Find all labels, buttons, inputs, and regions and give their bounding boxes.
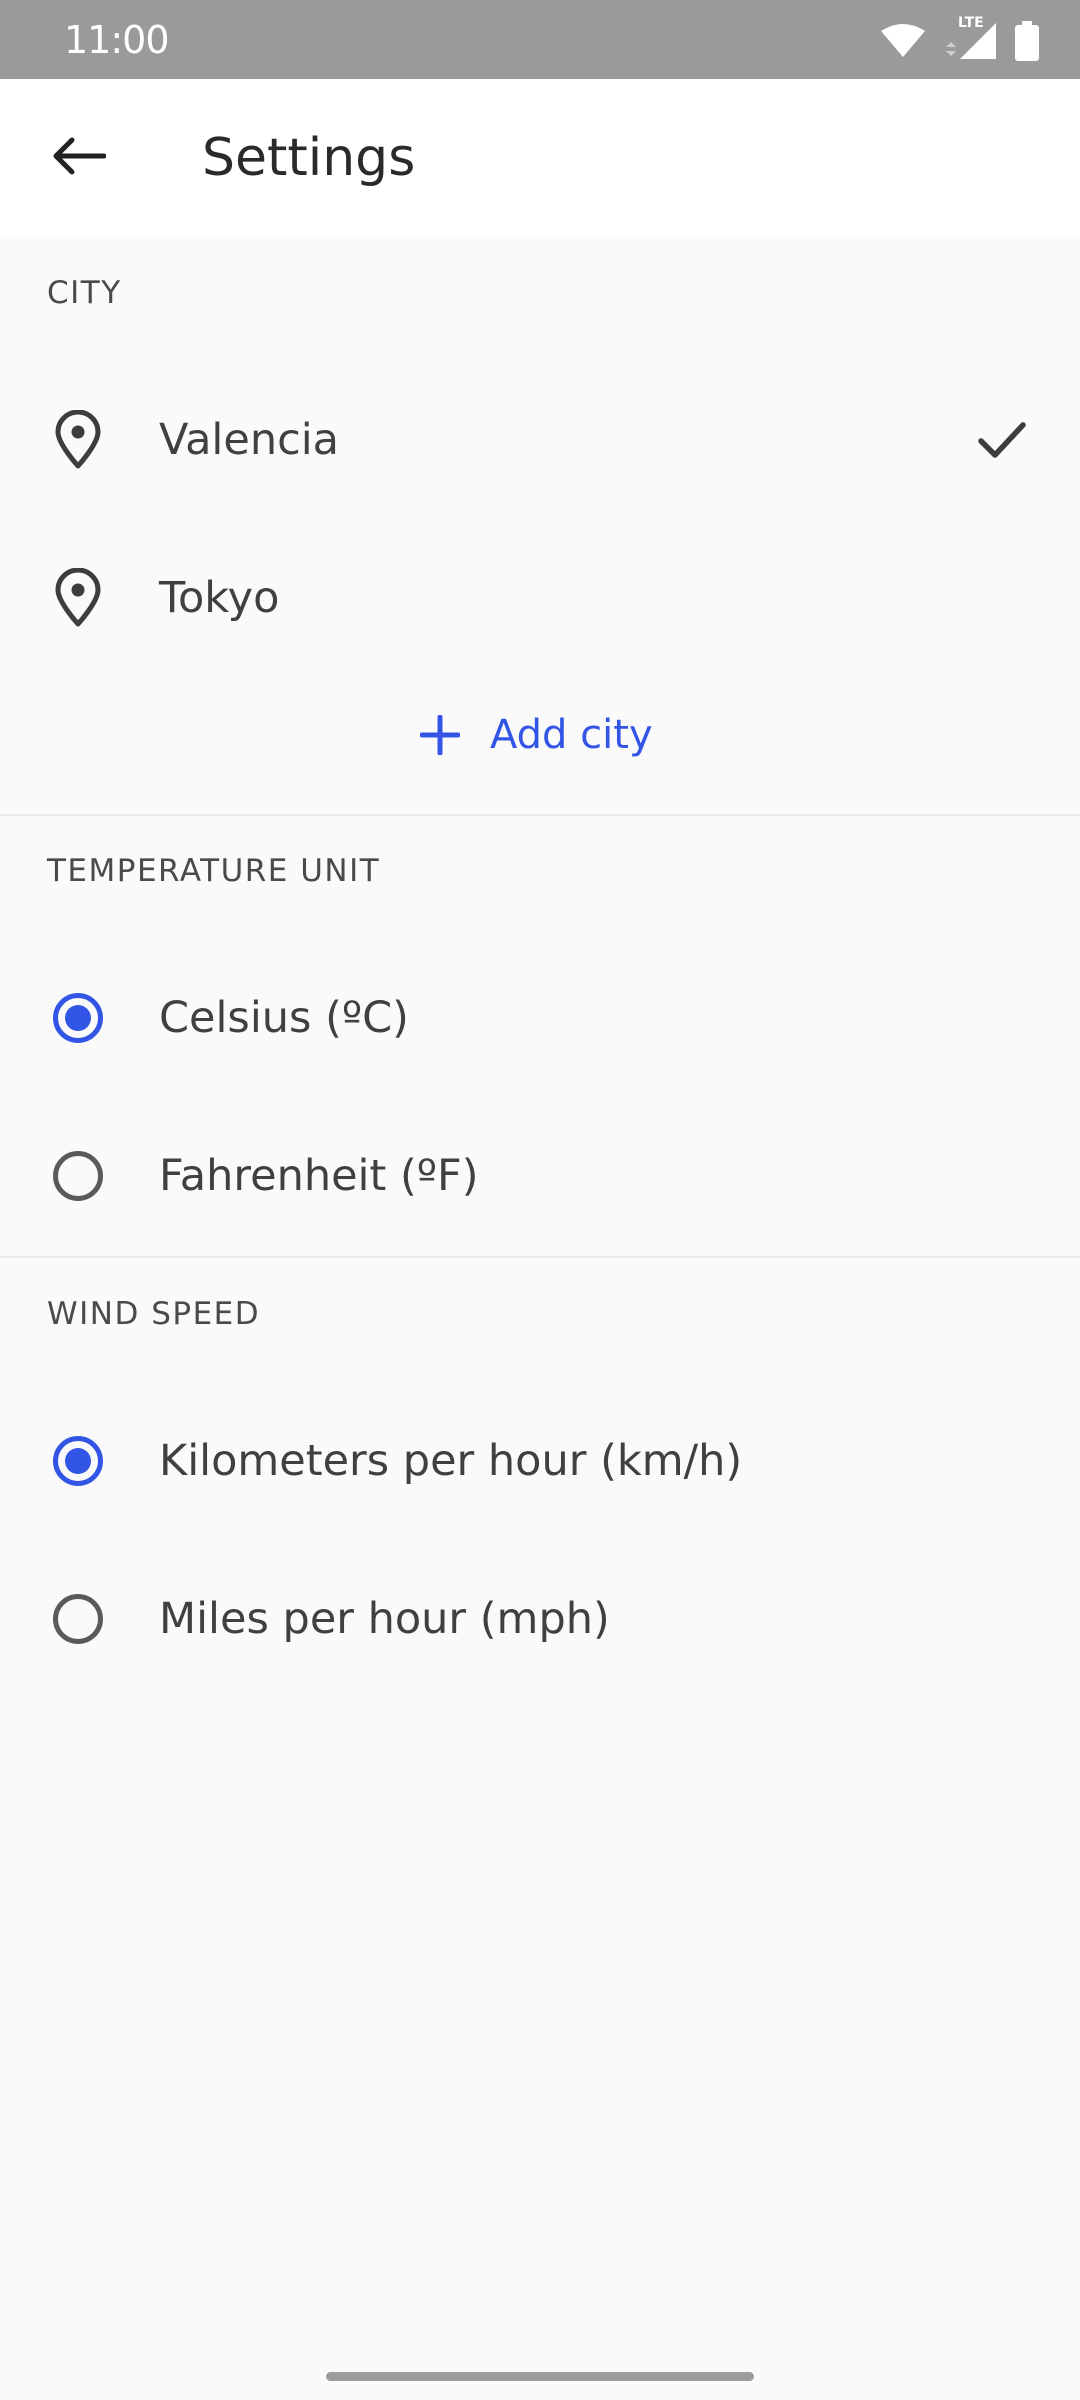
arrow-back-icon — [50, 136, 107, 180]
section-header-temperature: TEMPERATURE UNIT — [47, 853, 381, 889]
option-label: Celsius (ºC) — [159, 993, 409, 1043]
check-icon — [976, 414, 1028, 466]
location-pin-icon — [48, 410, 108, 470]
city-row-valencia[interactable]: Valencia — [0, 362, 1080, 518]
city-label: Tokyo — [159, 573, 280, 623]
section-header-wind-speed: WIND SPEED — [47, 1296, 261, 1332]
cellular-signal-icon: LTE — [942, 15, 998, 65]
option-label: Kilometers per hour (km/h) — [159, 1436, 743, 1486]
battery-icon — [1014, 21, 1040, 65]
wifi-icon — [880, 23, 926, 63]
back-button[interactable] — [36, 124, 120, 192]
add-city-label: Add city — [490, 712, 653, 758]
home-indicator[interactable] — [326, 2372, 754, 2381]
section-divider — [0, 1256, 1080, 1258]
status-time: 11:00 — [64, 18, 170, 62]
city-label: Valencia — [159, 415, 340, 465]
option-label: Fahrenheit (ºF) — [159, 1151, 479, 1201]
wind-option-mph[interactable]: Miles per hour (mph) — [0, 1541, 1080, 1697]
radio-button-selected[interactable] — [48, 1431, 108, 1491]
location-pin-icon — [48, 568, 108, 628]
temperature-option-celsius[interactable]: Celsius (ºC) — [0, 940, 1080, 1096]
status-icons: LTE — [880, 15, 1040, 65]
app-bar: Settings — [0, 79, 1080, 237]
network-type-label: LTE — [958, 15, 984, 31]
wind-option-kmh[interactable]: Kilometers per hour (km/h) — [0, 1383, 1080, 1539]
radio-button-selected[interactable] — [48, 988, 108, 1048]
plus-icon — [420, 715, 460, 755]
section-header-city: CITY — [47, 275, 122, 311]
status-bar: 11:00 LTE — [0, 0, 1080, 79]
temperature-option-fahrenheit[interactable]: Fahrenheit (ºF) — [0, 1098, 1080, 1254]
radio-button-unselected[interactable] — [48, 1589, 108, 1649]
section-divider — [0, 814, 1080, 816]
page-title: Settings — [202, 128, 416, 188]
option-label: Miles per hour (mph) — [159, 1594, 610, 1644]
city-row-tokyo[interactable]: Tokyo — [0, 520, 1080, 676]
add-city-button[interactable]: Add city — [420, 690, 653, 780]
radio-button-unselected[interactable] — [48, 1146, 108, 1206]
